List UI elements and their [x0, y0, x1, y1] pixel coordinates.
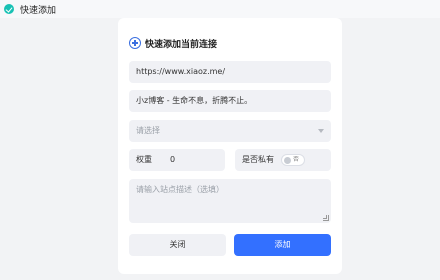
quick-add-panel: 快速添加当前连接 https://www.xiaoz.me/ 小z博客 - 生命… [118, 18, 342, 274]
toggle-knob [284, 156, 291, 164]
url-field[interactable]: https://www.xiaoz.me/ [129, 61, 331, 83]
weight-field[interactable]: 权重 0 [129, 149, 225, 171]
weight-label: 权重 [136, 155, 152, 164]
site-name-field[interactable]: 小z博客 - 生命不息，折腾不止。 [129, 90, 331, 112]
description-textarea[interactable]: 请输入站点描述（选填） [129, 179, 331, 223]
description-placeholder: 请输入站点描述（选填） [136, 185, 224, 194]
private-field: 是否私有 否 [235, 149, 331, 171]
window-title: 快速添加 [20, 5, 57, 16]
chevron-down-icon [318, 129, 324, 133]
panel-header: 快速添加当前连接 [129, 36, 217, 50]
category-select[interactable]: 请选择 [129, 120, 331, 142]
private-label: 是否私有 [242, 155, 274, 164]
close-button[interactable]: 关闭 [129, 234, 226, 256]
private-toggle[interactable]: 否 [281, 154, 305, 166]
category-select-placeholder: 请选择 [136, 126, 160, 135]
weight-input[interactable]: 0 [170, 149, 175, 171]
toggle-text: 否 [293, 156, 300, 163]
resize-handle-icon[interactable] [323, 215, 329, 221]
add-button[interactable]: 添加 [234, 234, 331, 256]
title-bar: 快速添加 [0, 0, 440, 18]
panel-title: 快速添加当前连接 [145, 39, 218, 50]
plus-circle-icon [129, 37, 141, 49]
app-logo-icon [4, 4, 14, 14]
